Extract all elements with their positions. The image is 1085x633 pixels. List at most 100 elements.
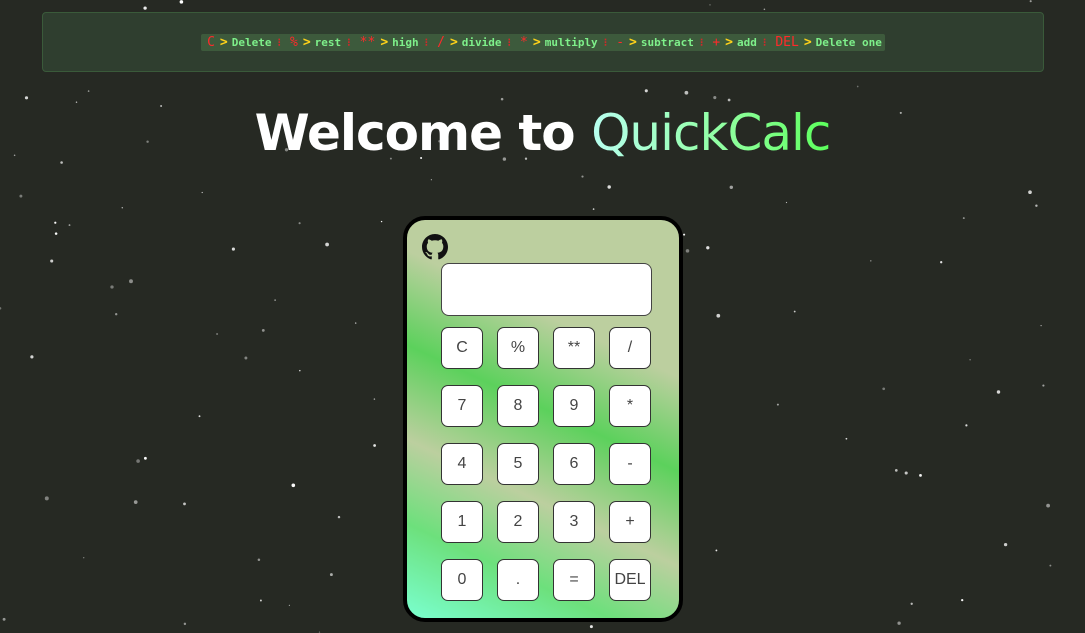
star <box>115 313 118 316</box>
legend-arrow: > <box>803 34 812 50</box>
legend-key: % <box>290 34 298 50</box>
legend-arrow: > <box>219 34 228 50</box>
key-button[interactable]: + <box>609 501 651 543</box>
legend-key: DEL <box>775 34 799 50</box>
star <box>1029 0 1032 3</box>
key-button[interactable]: . <box>497 559 539 601</box>
legend-key: * <box>520 34 528 50</box>
star <box>121 206 124 209</box>
star <box>136 459 140 463</box>
star <box>373 398 376 400</box>
star <box>940 261 943 264</box>
star <box>965 424 968 427</box>
star <box>776 403 779 406</box>
legend-description: subtract <box>640 35 694 49</box>
key-button[interactable]: DEL <box>609 559 651 601</box>
key-button[interactable]: 1 <box>441 501 483 543</box>
legend-description: add <box>736 35 757 49</box>
key-button[interactable]: 2 <box>497 501 539 543</box>
star <box>201 191 203 194</box>
key-button[interactable]: ** <box>553 327 595 369</box>
key-button[interactable]: / <box>609 327 651 369</box>
legend-arrow: > <box>725 34 733 50</box>
key-button[interactable]: - <box>609 443 651 485</box>
legend-separator: ⁝ <box>507 35 512 49</box>
star <box>50 259 54 263</box>
star <box>996 390 1001 394</box>
key-button[interactable]: 7 <box>441 385 483 427</box>
page-title: Welcome to QuickCalc <box>0 104 1085 162</box>
star <box>244 356 248 360</box>
legend-arrow: > <box>449 34 458 50</box>
star <box>44 496 49 501</box>
star <box>30 355 34 359</box>
star <box>1035 204 1038 207</box>
star <box>961 598 964 602</box>
star <box>500 97 504 101</box>
key-button[interactable]: % <box>497 327 539 369</box>
star <box>592 208 595 210</box>
key-button[interactable]: 5 <box>497 443 539 485</box>
star <box>298 222 301 225</box>
star <box>589 625 593 629</box>
calculator-display[interactable] <box>441 263 652 316</box>
star <box>380 220 383 223</box>
key-button[interactable]: = <box>553 559 595 601</box>
star <box>713 96 717 100</box>
star <box>354 322 357 324</box>
legend-description: multiply <box>544 35 598 49</box>
legend-key: / <box>437 34 445 50</box>
legend-description: Delete one <box>815 35 882 49</box>
star <box>373 444 376 447</box>
key-button[interactable]: 9 <box>553 385 595 427</box>
legend-key: + <box>712 34 721 50</box>
star <box>291 483 296 488</box>
star <box>684 90 689 95</box>
legend-description: high <box>392 35 419 49</box>
star <box>110 285 114 289</box>
key-button[interactable]: 0 <box>441 559 483 601</box>
legend-key: ** <box>359 34 376 50</box>
key-button[interactable]: 4 <box>441 443 483 485</box>
star <box>288 604 291 607</box>
star <box>716 313 721 318</box>
star <box>845 437 848 440</box>
star <box>179 0 184 4</box>
star <box>870 260 872 262</box>
star <box>904 471 908 475</box>
legend-arrow: > <box>380 34 389 50</box>
star <box>0 307 2 310</box>
legend-key: - <box>616 34 625 50</box>
star <box>919 474 922 477</box>
star <box>259 599 262 602</box>
key-button[interactable]: C <box>441 327 483 369</box>
shortcut-legend: C > Delete ⁝% > rest ⁝ ** > high ⁝ / > divide ⁝ * > multi… <box>201 33 885 51</box>
star <box>715 549 718 552</box>
legend-separator: ⁝ <box>603 35 608 49</box>
star <box>257 558 261 561</box>
star <box>894 469 898 472</box>
legend-description: rest <box>314 35 342 49</box>
star <box>607 185 611 189</box>
github-icon[interactable] <box>422 234 448 260</box>
star <box>143 456 147 460</box>
legend-arrow: > <box>629 34 637 50</box>
key-button[interactable]: 8 <box>497 385 539 427</box>
star <box>82 556 85 559</box>
star <box>183 502 186 506</box>
star <box>706 246 710 250</box>
legend-separator: ⁝ <box>347 35 351 49</box>
star <box>856 85 859 88</box>
legend-separator: ⁝ <box>424 35 429 49</box>
star <box>763 8 766 11</box>
star <box>329 573 333 577</box>
key-button[interactable]: * <box>609 385 651 427</box>
star <box>1040 324 1042 327</box>
star <box>882 387 886 391</box>
star <box>129 279 133 284</box>
legend-separator: ⁝ <box>699 35 704 49</box>
star <box>54 221 57 224</box>
key-button[interactable]: 3 <box>553 501 595 543</box>
legend-key: C <box>207 34 215 50</box>
key-button[interactable]: 6 <box>553 443 595 485</box>
